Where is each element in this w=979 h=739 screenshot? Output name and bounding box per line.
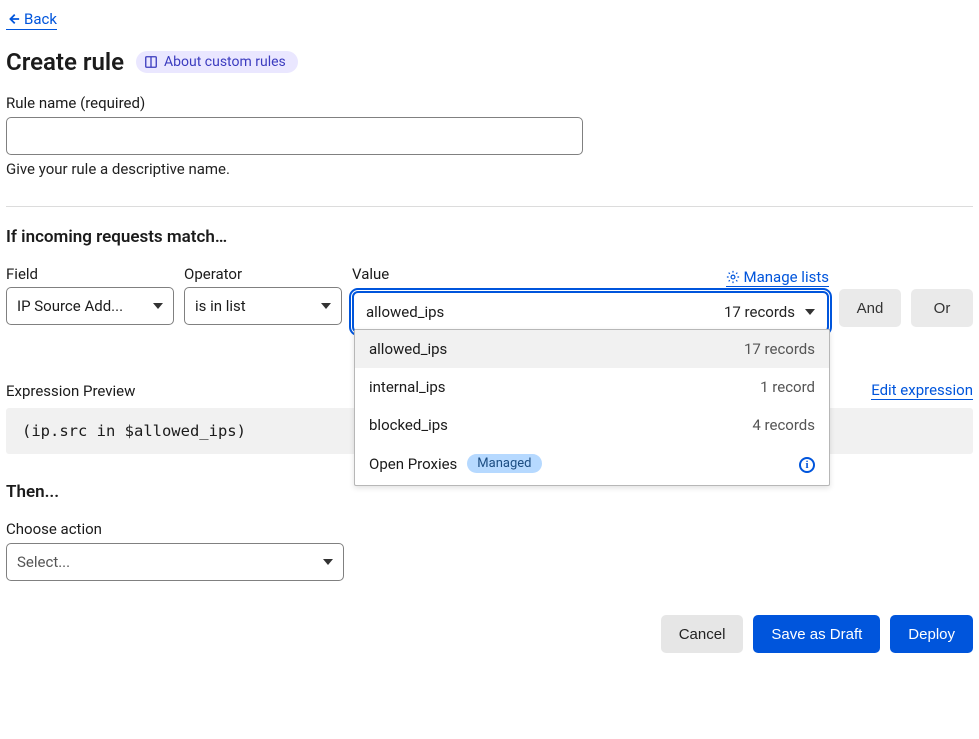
value-selected-meta: 17 records — [724, 303, 795, 321]
dropdown-option-name: blocked_ips — [369, 416, 448, 434]
dropdown-option[interactable]: allowed_ips 17 records — [355, 330, 829, 368]
value-select[interactable]: allowed_ips 17 records — [352, 291, 829, 333]
arrow-left-icon — [6, 12, 20, 26]
chevron-down-icon — [153, 303, 163, 309]
edit-expression-link[interactable]: Edit expression — [871, 381, 973, 400]
rule-name-input[interactable] — [6, 117, 583, 155]
manage-lists-link[interactable]: Manage lists — [726, 268, 829, 287]
dropdown-option-meta: 4 records — [752, 416, 815, 434]
field-select[interactable]: IP Source Add... — [6, 287, 174, 325]
about-label: About custom rules — [164, 54, 286, 70]
divider — [6, 206, 973, 207]
back-label: Back — [24, 10, 57, 28]
rule-name-helper: Give your rule a descriptive name. — [6, 160, 973, 178]
cancel-button[interactable]: Cancel — [661, 615, 744, 653]
about-custom-rules-link[interactable]: About custom rules — [136, 51, 298, 73]
chevron-down-icon — [323, 559, 333, 565]
dropdown-option-name: internal_ips — [369, 378, 446, 396]
save-as-draft-button[interactable]: Save as Draft — [753, 615, 880, 653]
expression-preview-title: Expression Preview — [6, 382, 135, 400]
choose-action-label: Choose action — [6, 520, 973, 538]
dropdown-option[interactable]: Open Proxies Managed i — [355, 444, 829, 483]
dropdown-option-meta: 1 record — [760, 378, 815, 396]
action-placeholder: Select... — [17, 553, 70, 571]
or-button[interactable]: Or — [911, 289, 973, 327]
info-icon[interactable]: i — [799, 457, 815, 473]
action-select[interactable]: Select... — [6, 543, 344, 581]
value-dropdown: allowed_ips 17 records internal_ips 1 recor… — [354, 329, 830, 486]
page-title: Create rule — [6, 48, 124, 76]
field-value: IP Source Add... — [17, 297, 123, 315]
chevron-down-icon — [805, 309, 815, 315]
back-link[interactable]: Back — [6, 10, 57, 30]
dropdown-option[interactable]: internal_ips 1 record — [355, 368, 829, 406]
dropdown-option-meta: 17 records — [744, 340, 815, 358]
chevron-down-icon — [321, 303, 331, 309]
field-label: Field — [6, 265, 174, 283]
gear-icon — [726, 270, 740, 284]
dropdown-option[interactable]: blocked_ips 4 records — [355, 406, 829, 444]
manage-lists-label: Manage lists — [744, 268, 829, 286]
value-selected: allowed_ips — [366, 303, 444, 321]
book-icon — [144, 55, 158, 69]
rule-name-label: Rule name (required) — [6, 94, 973, 112]
match-section-heading: If incoming requests match… — [6, 227, 973, 247]
dropdown-option-name: Open Proxies — [369, 455, 457, 473]
and-button[interactable]: And — [839, 289, 901, 327]
operator-label: Operator — [184, 265, 342, 283]
operator-value: is in list — [195, 297, 246, 315]
deploy-button[interactable]: Deploy — [890, 615, 973, 653]
operator-select[interactable]: is in list — [184, 287, 342, 325]
managed-badge: Managed — [467, 454, 541, 473]
value-label: Value — [352, 265, 389, 283]
dropdown-option-name: allowed_ips — [369, 340, 447, 358]
